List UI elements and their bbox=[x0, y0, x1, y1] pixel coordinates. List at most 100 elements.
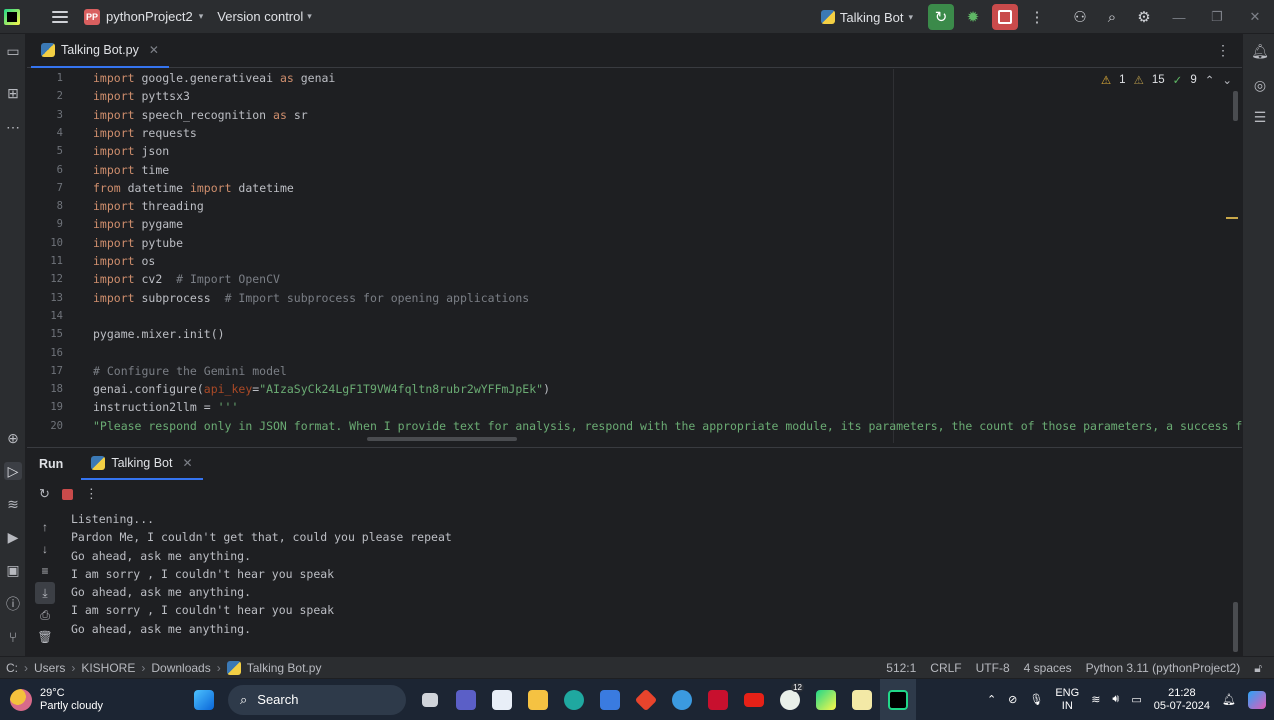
file-encoding[interactable]: UTF-8 bbox=[976, 661, 1010, 675]
rerun-icon[interactable]: ↻ bbox=[39, 486, 50, 502]
lock-icon[interactable]: 🔓︎ bbox=[1254, 661, 1262, 676]
pycharm-taskbar-icon[interactable] bbox=[808, 679, 844, 720]
python-packages-icon[interactable]: ⊕ bbox=[4, 429, 22, 447]
structure-icon[interactable]: ⊞ bbox=[4, 84, 22, 102]
language-indicator[interactable]: ENG IN bbox=[1055, 687, 1079, 713]
battery-icon[interactable]: ▭ bbox=[1131, 693, 1141, 706]
database-icon[interactable]: ☰ bbox=[1251, 108, 1269, 126]
services-icon[interactable]: ▶ bbox=[4, 528, 22, 546]
console-scrollbar[interactable] bbox=[1233, 602, 1238, 652]
caret-position[interactable]: 512:1 bbox=[886, 661, 916, 675]
more-tools-icon[interactable]: ⋯ bbox=[4, 118, 22, 136]
version-control-menu[interactable]: Version control ▾ bbox=[217, 9, 312, 24]
chevron-up-icon[interactable]: ⌃ bbox=[987, 693, 996, 706]
project-selector[interactable]: PP pythonProject2 ▾ bbox=[84, 8, 203, 25]
notepad-icon[interactable] bbox=[844, 679, 880, 720]
project-folder-icon[interactable]: ▭ bbox=[4, 42, 22, 60]
more-actions-icon[interactable]: ⋮ bbox=[1024, 4, 1050, 30]
app-red-diamond-icon[interactable] bbox=[628, 679, 664, 720]
tab-options-icon[interactable]: ⋮ bbox=[1216, 42, 1230, 59]
copilot-icon[interactable] bbox=[1248, 690, 1266, 709]
main-menu-button[interactable] bbox=[52, 10, 68, 23]
code-editor[interactable]: ⚠ 1 ⚠ 15 ✓ 9 ⌃ ⌄ 1 import google.generativea… bbox=[27, 69, 1242, 443]
wifi-icon[interactable]: ≋ bbox=[1091, 693, 1100, 706]
code-line: 6 import time bbox=[27, 161, 1237, 179]
add-user-icon[interactable]: ⚇ bbox=[1067, 4, 1093, 30]
line-number: 12 bbox=[50, 273, 63, 286]
search-icon[interactable]: ⌕ bbox=[1099, 4, 1125, 30]
python-interpreter[interactable]: Python 3.11 (pythonProject2) bbox=[1086, 661, 1241, 675]
breadcrumb-item[interactable]: C: bbox=[6, 661, 18, 675]
youtube-icon[interactable] bbox=[736, 679, 772, 720]
start-button[interactable] bbox=[186, 679, 222, 720]
notifications-icon[interactable]: 🔔︎ bbox=[1251, 42, 1269, 60]
layers-icon[interactable]: ≋ bbox=[4, 495, 22, 513]
more-options-icon[interactable]: ⋮ bbox=[85, 486, 98, 502]
breadcrumb-item[interactable]: Talking Bot.py bbox=[247, 661, 322, 675]
run-tool-icon[interactable]: ▷ bbox=[4, 462, 22, 480]
title-bar: PP pythonProject2 ▾ Version control ▾ Ta… bbox=[0, 0, 1274, 34]
soft-wrap-icon[interactable]: ≡ bbox=[35, 560, 55, 582]
line-number: 10 bbox=[50, 236, 63, 249]
line-separator[interactable]: CRLF bbox=[930, 661, 961, 675]
horizontal-scrollbar[interactable] bbox=[367, 437, 517, 441]
taskbar-search[interactable]: ⌕ Search bbox=[228, 684, 406, 715]
stop-icon[interactable] bbox=[61, 488, 73, 500]
code-keyword: import bbox=[93, 235, 135, 250]
line-number: 6 bbox=[56, 163, 63, 176]
network-off-icon[interactable]: ⊘ bbox=[1008, 693, 1017, 706]
vertical-scrollbar[interactable] bbox=[1233, 91, 1238, 121]
code-line: 5 import json bbox=[27, 142, 1237, 160]
breadcrumb-item[interactable]: Users bbox=[34, 661, 65, 675]
breadcrumb-item[interactable]: Downloads bbox=[151, 661, 210, 675]
mcafee-icon[interactable] bbox=[700, 679, 736, 720]
rerun-button[interactable]: ↻ bbox=[928, 4, 954, 30]
region-code: IN bbox=[1061, 699, 1073, 712]
print-icon[interactable]: ⎙ bbox=[35, 604, 55, 626]
notification-bell-icon[interactable]: 🔔︎ bbox=[1222, 693, 1236, 706]
edge-browser-icon[interactable] bbox=[556, 679, 592, 720]
file-explorer-icon[interactable] bbox=[520, 679, 556, 720]
warning-marker[interactable] bbox=[1226, 217, 1238, 219]
weather-widget[interactable]: 29°C Partly cloudy bbox=[10, 687, 170, 713]
code-keyword: import bbox=[93, 217, 135, 232]
settings-gear-icon[interactable]: ⚙ bbox=[1131, 4, 1157, 30]
run-configuration-selector[interactable]: Talking Bot ▾ bbox=[820, 10, 913, 25]
run-tab-talking-bot[interactable]: Talking Bot ✕ bbox=[81, 448, 203, 480]
maximize-button[interactable]: ❐ bbox=[1198, 9, 1236, 25]
git-icon[interactable]: ⑂ bbox=[4, 628, 22, 646]
store-icon[interactable] bbox=[592, 679, 628, 720]
stop-button[interactable] bbox=[992, 4, 1018, 30]
indent-setting[interactable]: 4 spaces bbox=[1024, 661, 1072, 675]
teams-icon[interactable] bbox=[448, 679, 484, 720]
clock[interactable]: 21:28 05-07-2024 bbox=[1154, 687, 1210, 713]
task-view-icon[interactable] bbox=[412, 679, 448, 720]
scroll-to-end-icon[interactable]: ⤓ bbox=[35, 582, 55, 604]
code-line: 18 genai.configure(api_key="AIzaSyCk24LgF… bbox=[27, 380, 1237, 398]
console-line: Pardon Me, I couldn't get that, could yo… bbox=[71, 530, 452, 545]
code-line: 2 import pyttsx3 bbox=[27, 87, 1237, 105]
microphone-icon[interactable]: 🎙︎ bbox=[1029, 693, 1043, 706]
console-output[interactable]: Listening... Pardon Me, I couldn't get t… bbox=[71, 510, 452, 638]
problems-icon[interactable]: ⓘ bbox=[4, 595, 22, 613]
tab-talking-bot[interactable]: Talking Bot.py ✕ bbox=[31, 34, 169, 68]
close-window-button[interactable]: ✕ bbox=[1236, 9, 1274, 25]
whatsapp-icon[interactable]: 12 bbox=[772, 679, 808, 720]
file-manager-icon[interactable] bbox=[484, 679, 520, 720]
ai-assistant-icon[interactable]: ◎ bbox=[1251, 76, 1269, 94]
debug-button[interactable]: ✹ bbox=[960, 4, 986, 30]
volume-icon[interactable]: 🔊︎ bbox=[1112, 693, 1119, 706]
close-tab-icon[interactable]: ✕ bbox=[182, 456, 192, 470]
code-line: 12 import cv2 # Import OpenCV bbox=[27, 270, 1237, 288]
terminal-icon[interactable]: ▣ bbox=[4, 561, 22, 579]
close-tab-icon[interactable]: ✕ bbox=[149, 43, 159, 57]
code-text: subprocess bbox=[134, 290, 225, 305]
clear-all-icon[interactable]: 🗑︎ bbox=[35, 626, 55, 648]
code-string: "Please respond only in JSON format. Whe… bbox=[93, 418, 1242, 433]
pycharm-active-icon[interactable] bbox=[880, 679, 916, 720]
scroll-down-icon[interactable]: ↓ bbox=[35, 538, 55, 560]
python-idle-icon[interactable] bbox=[664, 679, 700, 720]
breadcrumb-item[interactable]: KISHORE bbox=[81, 661, 135, 675]
minimize-button[interactable]: — bbox=[1160, 10, 1198, 25]
scroll-up-icon[interactable]: ↑ bbox=[35, 516, 55, 538]
